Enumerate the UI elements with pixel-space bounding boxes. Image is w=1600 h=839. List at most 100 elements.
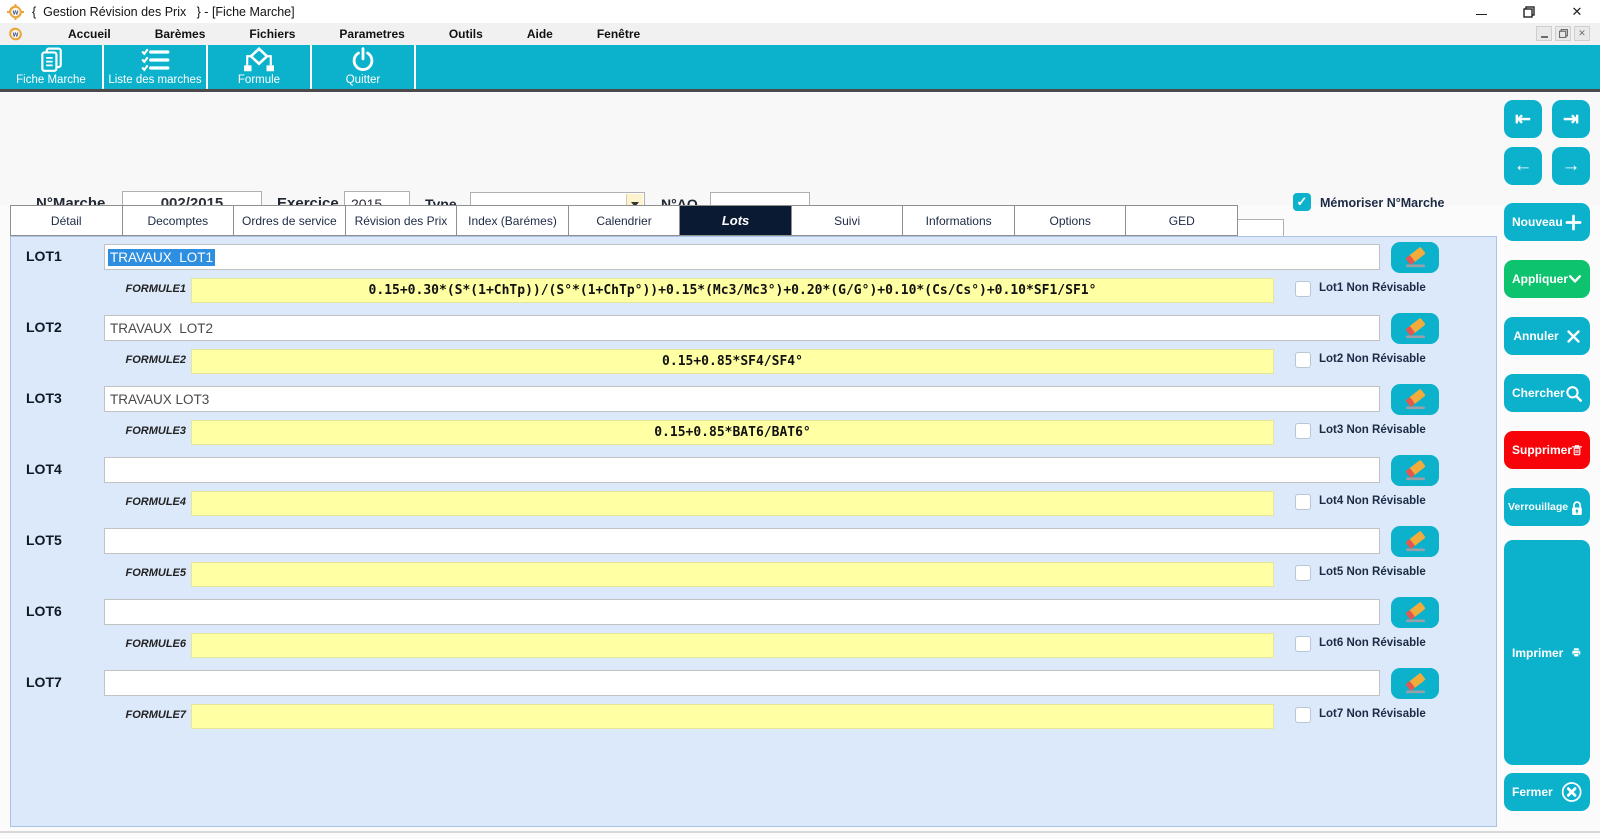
formule-input[interactable]: 0.15+0.85*BAT6/BAT6° xyxy=(191,420,1274,445)
menu-item[interactable]: Fichiers xyxy=(227,23,317,45)
lot-non-revisable-checkbox[interactable] xyxy=(1295,636,1311,652)
imprimer-button[interactable]: Imprimer xyxy=(1504,540,1590,765)
tab[interactable]: Détail xyxy=(10,205,123,236)
plus-icon xyxy=(1565,214,1582,231)
nav-arrow-icon: → xyxy=(1562,155,1581,177)
minimize-button[interactable] xyxy=(1472,3,1490,21)
eraser-icon xyxy=(1402,672,1429,695)
fermer-button[interactable]: Fermer xyxy=(1504,773,1590,811)
toolbar-button-label: Formule xyxy=(238,74,280,87)
previous-record-button[interactable]: ← xyxy=(1504,147,1542,185)
last-record-button[interactable]: ⇥ xyxy=(1552,100,1590,138)
tab-label: Decomptes xyxy=(147,214,208,228)
lot-non-revisable-checkbox[interactable] xyxy=(1295,565,1311,581)
close-button[interactable]: ✕ xyxy=(1568,3,1586,21)
tab[interactable]: Lots xyxy=(679,205,792,236)
formule-input[interactable] xyxy=(191,633,1274,658)
lot-block: LOT2 TRAVAUX LOT2 FORMULE2 0.15+0.8 xyxy=(11,313,1496,384)
formule-value: 0.15+0.85*BAT6/BAT6° xyxy=(654,425,811,440)
formule-input[interactable] xyxy=(191,491,1274,516)
maximize-restore-button[interactable] xyxy=(1520,3,1538,21)
memoriser-checkbox[interactable] xyxy=(1293,193,1311,211)
bottom-divider xyxy=(0,831,1600,833)
lot-non-revisable-checkbox[interactable] xyxy=(1295,423,1311,439)
lot-name-input[interactable] xyxy=(104,457,1380,483)
lot-name-input[interactable] xyxy=(104,670,1380,696)
lot-block: LOT4 FORMULE4 xyxy=(11,455,1496,526)
menu-item[interactable]: Accueil xyxy=(46,23,133,45)
nouveau-button[interactable]: Nouveau xyxy=(1504,203,1590,241)
record-navigation: ⇤ ⇥ ← → xyxy=(1504,100,1590,185)
menu-item[interactable]: Barèmes xyxy=(133,23,228,45)
lot-name-text: TRAVAUX LOT1 xyxy=(108,249,215,266)
supprimer-button[interactable]: Supprimer xyxy=(1504,431,1590,469)
svg-text:w: w xyxy=(12,9,19,16)
tab-label: Suivi xyxy=(834,214,860,228)
quitter-button[interactable]: Quitter xyxy=(312,45,416,89)
eraser-button[interactable] xyxy=(1391,313,1439,344)
lot-non-revisable-checkbox[interactable] xyxy=(1295,707,1311,723)
eraser-button[interactable] xyxy=(1391,526,1439,557)
next-record-button[interactable]: → xyxy=(1552,147,1590,185)
lot-name-input[interactable]: TRAVAUX LOT2 xyxy=(104,315,1380,341)
tab[interactable]: Options xyxy=(1014,205,1127,236)
lot-non-revisable-checkbox[interactable] xyxy=(1295,281,1311,297)
formule-input[interactable]: 0.15+0.30*(S*(1+ChTp))/(S°*(1+ChTp°))+0.… xyxy=(191,278,1274,303)
appliquer-button[interactable]: Appliquer xyxy=(1504,260,1590,298)
formule-input[interactable] xyxy=(191,704,1274,729)
lot-non-revisable-checkbox[interactable] xyxy=(1295,494,1311,510)
lot-name-input[interactable] xyxy=(104,599,1380,625)
printer-icon xyxy=(1571,643,1582,662)
menu-item[interactable]: Aide xyxy=(505,23,575,45)
formule-input[interactable]: 0.15+0.85*SF4/SF4° xyxy=(191,349,1274,374)
lot-block: LOT6 FORMULE6 xyxy=(11,597,1496,668)
tab[interactable]: GED xyxy=(1125,205,1238,236)
formule-label: FORMULE2 xyxy=(71,354,186,366)
tab[interactable]: Révision des Prix xyxy=(345,205,458,236)
eraser-button[interactable] xyxy=(1391,597,1439,628)
formule-input[interactable] xyxy=(191,562,1274,587)
lot-name-input[interactable] xyxy=(104,528,1380,554)
verrouillage-button[interactable]: Verrouillage xyxy=(1504,488,1590,526)
lot-non-revisable-label: Lot5 Non Révisable xyxy=(1319,566,1426,578)
tab-label: Informations xyxy=(926,214,992,228)
window-title: { Gestion Révision des Prix } - [Fiche M… xyxy=(32,5,295,19)
menu-item[interactable]: Outils xyxy=(427,23,505,45)
tab[interactable]: Suivi xyxy=(791,205,904,236)
eraser-button[interactable] xyxy=(1391,455,1439,486)
lot-name-input[interactable]: TRAVAUX LOT1 xyxy=(104,244,1380,270)
liste-des-marches-button[interactable]: Liste des marches xyxy=(104,45,208,89)
toolbar: Fiche Marche Liste des marches Formule xyxy=(0,45,1600,89)
menu-items: Accueil Barèmes Fichiers Parametres Outi… xyxy=(46,23,662,45)
tab[interactable]: Calendrier xyxy=(568,205,681,236)
menu-item[interactable]: Parametres xyxy=(317,23,426,45)
fiche-marche-button[interactable]: Fiche Marche xyxy=(0,45,104,89)
eraser-button[interactable] xyxy=(1391,384,1439,415)
nouveau-label: Nouveau xyxy=(1512,215,1563,229)
tab[interactable]: Informations xyxy=(902,205,1015,236)
eraser-button[interactable] xyxy=(1391,668,1439,699)
eraser-icon xyxy=(1402,388,1429,411)
chercher-label: Chercher xyxy=(1512,386,1565,400)
lot-label: LOT7 xyxy=(26,674,62,690)
app-gear-icon: w xyxy=(7,4,24,20)
mdi-restore-button[interactable] xyxy=(1555,26,1571,41)
lot-name-input[interactable]: TRAVAUX LOT3 xyxy=(104,386,1380,412)
annuler-button[interactable]: Annuler xyxy=(1504,317,1590,355)
chercher-button[interactable]: Chercher xyxy=(1504,374,1590,412)
mdi-close-button[interactable]: ✕ xyxy=(1574,26,1590,41)
tab[interactable]: Ordres de service xyxy=(233,205,346,236)
formule-button[interactable]: Formule xyxy=(208,45,312,89)
first-record-button[interactable]: ⇤ xyxy=(1504,100,1542,138)
tab[interactable]: Index (Barémes) xyxy=(456,205,569,236)
menu-item[interactable]: Fenêtre xyxy=(575,23,662,45)
lot-non-revisable-checkbox[interactable] xyxy=(1295,352,1311,368)
formule-label: FORMULE4 xyxy=(71,496,186,508)
tab-label: Ordres de service xyxy=(242,214,337,228)
eraser-button[interactable] xyxy=(1391,242,1439,273)
mdi-minimize-button[interactable] xyxy=(1536,26,1552,41)
search-icon xyxy=(1565,383,1582,404)
lot-label: LOT3 xyxy=(26,390,62,406)
lot-non-revisable-label: Lot2 Non Révisable xyxy=(1319,353,1426,365)
tab[interactable]: Decomptes xyxy=(122,205,235,236)
